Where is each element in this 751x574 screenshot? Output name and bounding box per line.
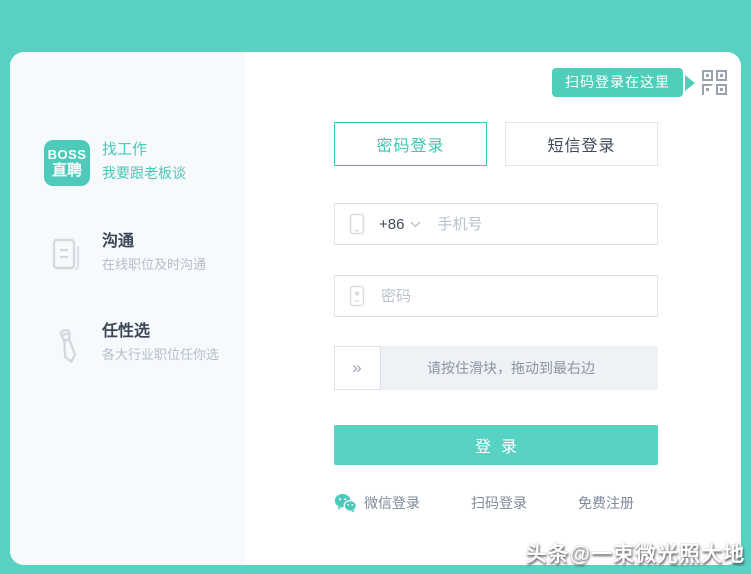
phone-icon [349, 213, 365, 235]
qr-hint-badge: 扫码登录在这里 [552, 68, 683, 97]
sidebar-item-subtitle: 我要跟老板谈 [102, 165, 186, 181]
slider-instruction: 请按住滑块，拖动到最右边 [427, 360, 595, 376]
qr-code-icon[interactable] [702, 70, 727, 95]
arrow-right-icon [685, 74, 695, 91]
wechat-login-label: 微信登录 [364, 495, 420, 511]
scan-login-link[interactable]: 扫码登录 [471, 493, 527, 513]
tie-icon [48, 324, 88, 368]
boss-zhipin-logo: BOSS 直聘 [44, 140, 90, 186]
page-background: BOSS 直聘 找工作 我要跟老板谈 沟通 在线职位及时沟通 任性选 各大行业职… [0, 0, 751, 574]
sidebar-item-pick-any: 任性选 各大行业职位任你选 [102, 320, 219, 366]
phone-field: +86 [334, 203, 658, 245]
logo-text-top: BOSS [47, 147, 87, 162]
sidebar-item-subtitle: 各大行业职位任你选 [102, 347, 220, 362]
free-register-link[interactable]: 免费注册 [578, 493, 634, 513]
sidebar-item-title: 任性选 [102, 323, 151, 340]
sidebar-item-communicate: 沟通 在线职位及时沟通 [102, 230, 206, 276]
wechat-login-link[interactable]: 微信登录 [334, 493, 420, 513]
tab-password-login[interactable]: 密码登录 [334, 122, 487, 166]
captcha-slider-track: 请按住滑块，拖动到最右边 » [334, 346, 658, 390]
qr-cell [716, 70, 727, 81]
sidebar-item-find-job: 找工作 我要跟老板谈 [102, 138, 186, 184]
alternate-login-links: 微信登录 扫码登录 免费注册 [334, 493, 634, 513]
free-register-label: 免费注册 [578, 495, 634, 511]
country-code-value: +86 [379, 215, 405, 233]
password-field [334, 275, 658, 317]
sidebar-item-subtitle: 在线职位及时沟通 [102, 257, 207, 272]
wechat-icon [334, 493, 357, 513]
scan-login-label: 扫码登录 [471, 495, 527, 511]
qr-cell [702, 84, 713, 95]
sidebar-item-title: 找工作 [102, 141, 148, 158]
chat-document-icon [48, 234, 88, 278]
country-code-dropdown[interactable]: +86 [379, 215, 422, 233]
login-card: BOSS 直聘 找工作 我要跟老板谈 沟通 在线职位及时沟通 任性选 各大行业职… [10, 52, 741, 565]
sidebar-item-title: 沟通 [102, 233, 135, 250]
qr-cell [716, 84, 727, 95]
qr-cell [702, 70, 713, 81]
qr-login-hint: 扫码登录在这里 [552, 68, 727, 97]
login-button[interactable]: 登录 [334, 425, 658, 465]
chevron-down-icon [410, 220, 422, 228]
toutiao-watermark: 头条@一束微光照大地 [525, 543, 745, 566]
logo-text-bottom: 直聘 [51, 162, 82, 179]
phone-input[interactable] [437, 215, 657, 233]
password-input[interactable] [381, 287, 657, 305]
slider-handle[interactable]: » [334, 346, 381, 390]
password-asterisk-icon [349, 285, 365, 307]
login-tabs: 密码登录 短信登录 [334, 122, 658, 166]
tab-sms-login[interactable]: 短信登录 [505, 122, 658, 166]
sidebar: BOSS 直聘 找工作 我要跟老板谈 沟通 在线职位及时沟通 任性选 各大行业职… [10, 52, 245, 565]
